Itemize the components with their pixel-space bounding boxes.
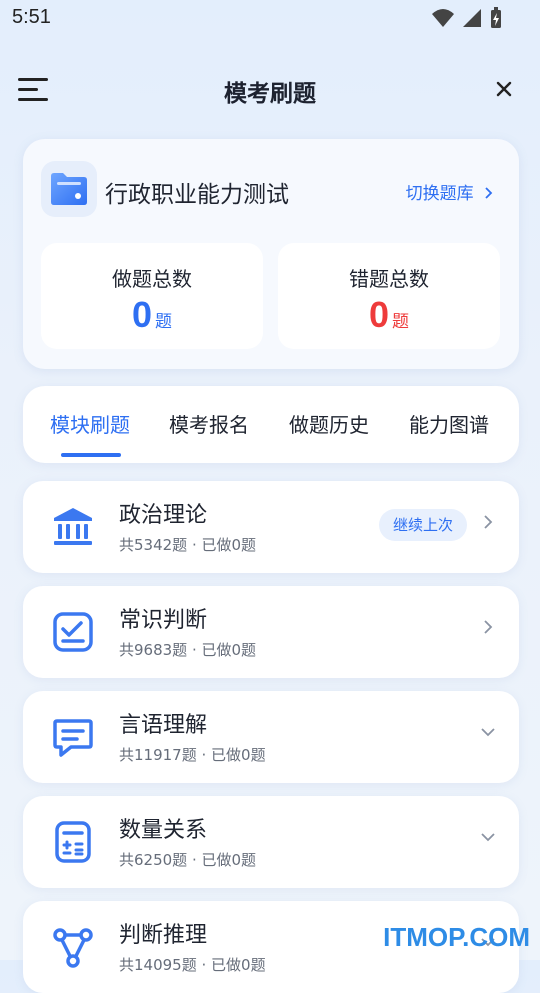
module-title: 言语理解	[119, 713, 208, 738]
tab-mock-exam-signup[interactable]: 模考报名	[169, 409, 249, 438]
module-item-politics[interactable]: 政治理论 共5342题 · 已做0题 继续上次	[23, 481, 519, 573]
wifi-icon	[432, 9, 454, 27]
module-progress: 共14095题 · 已做0题	[119, 956, 266, 974]
tab-bar: 模块刷题 模考报名 做题历史 能力图谱	[23, 386, 519, 463]
stat-unit: 题	[155, 312, 173, 332]
calculator-icon	[55, 821, 91, 863]
status-bar: 5:51	[0, 0, 540, 38]
active-tab-indicator	[61, 453, 121, 457]
stat-unit: 题	[392, 312, 410, 332]
module-item-quantity[interactable]: 数量关系 共6250题 · 已做0题	[23, 796, 519, 888]
close-button[interactable]	[496, 75, 512, 103]
module-progress: 共5342题 · 已做0题	[119, 536, 257, 554]
switch-bank-link[interactable]: 切换题库	[406, 179, 493, 204]
checklist-icon	[53, 612, 93, 652]
tab-practice-history[interactable]: 做题历史	[289, 409, 369, 438]
module-progress: 共9683题 · 已做0题	[119, 641, 257, 659]
folder-icon	[41, 161, 97, 217]
module-item-common-sense[interactable]: 常识判断 共9683题 · 已做0题	[23, 586, 519, 678]
module-progress: 共11917题 · 已做0题	[119, 746, 266, 764]
stat-label: 做题总数	[112, 267, 192, 291]
chevron-right-icon	[484, 620, 493, 634]
watermark: ITMOP.COM	[383, 922, 530, 952]
wrong-total-stat[interactable]: 错题总数 0题	[278, 243, 500, 349]
continue-last-button[interactable]: 继续上次	[378, 509, 467, 541]
app-header: 模考刷题	[0, 60, 540, 116]
signal-icon	[463, 9, 481, 27]
status-icons	[432, 7, 502, 29]
tab-module-practice[interactable]: 模块刷题	[50, 409, 130, 438]
module-item-verbal[interactable]: 言语理解 共11917题 · 已做0题	[23, 691, 519, 783]
network-nodes-icon	[53, 928, 93, 968]
chat-bubble-icon	[53, 719, 93, 757]
module-progress: 共6250题 · 已做0题	[119, 851, 257, 869]
module-title: 常识判断	[119, 608, 208, 633]
stat-value: 0	[368, 294, 390, 335]
question-bank-name: 行政职业能力测试	[105, 182, 289, 208]
chevron-down-icon	[481, 833, 495, 842]
status-time: 5:51	[12, 6, 51, 28]
page-title: 模考刷题	[224, 81, 316, 107]
chevron-down-icon	[481, 728, 495, 737]
battery-icon	[491, 7, 501, 28]
bank-building-icon	[54, 508, 92, 545]
stat-label: 错题总数	[349, 267, 429, 291]
question-bank-card: 行政职业能力测试 切换题库 做题总数 0题 错题总数 0题	[23, 139, 519, 369]
tab-ability-map[interactable]: 能力图谱	[409, 409, 489, 438]
module-title: 数量关系	[119, 818, 208, 843]
module-title: 政治理论	[119, 503, 208, 528]
chevron-right-icon	[484, 515, 493, 529]
total-done-stat[interactable]: 做题总数 0题	[41, 243, 263, 349]
close-icon	[496, 81, 512, 97]
stat-value: 0	[131, 294, 153, 335]
module-title: 判断推理	[119, 923, 208, 948]
chevron-right-icon	[485, 187, 493, 199]
switch-bank-label: 切换题库	[405, 184, 474, 204]
